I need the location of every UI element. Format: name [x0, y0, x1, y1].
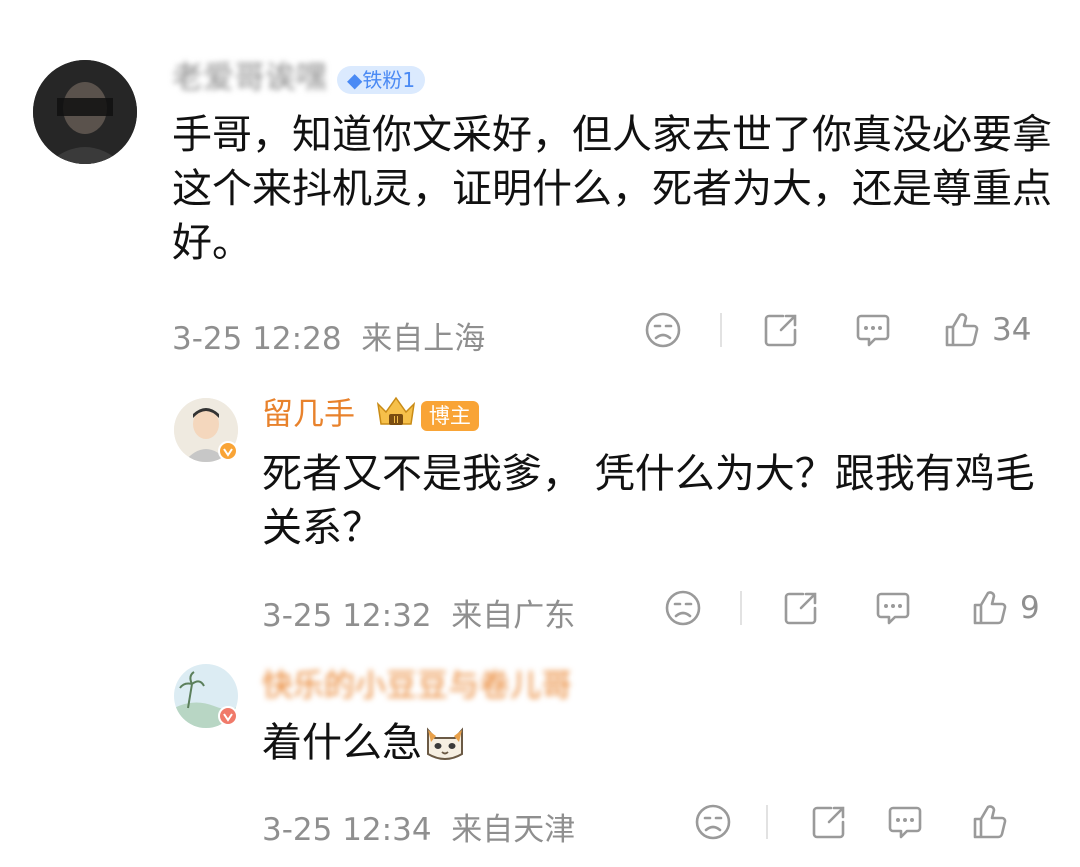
- comment-actions: [690, 802, 1020, 842]
- user-name[interactable]: 快乐的小豆豆与卷儿哥: [262, 666, 572, 706]
- comment-location: 来自上海: [361, 321, 486, 357]
- repost-icon: [812, 806, 845, 839]
- comment-location: 来自广东: [451, 598, 576, 634]
- vip-crown-icon: II: [375, 394, 417, 438]
- like-count: 9: [1020, 590, 1040, 626]
- user-name[interactable]: 留几手 II 博主: [262, 394, 479, 438]
- comment-text: 手哥，知道你文采好，但人家去世了你真没必要拿这个来抖机灵，证明什么，死者为大，还…: [172, 112, 1052, 266]
- verified-icon: [218, 441, 238, 461]
- action-divider: [740, 591, 742, 625]
- repost-icon: [764, 314, 797, 347]
- action-divider: [766, 805, 768, 839]
- emoji-icon: [665, 590, 701, 626]
- comment-time: 3-25 12:34: [262, 812, 432, 848]
- comment-icon: [856, 314, 890, 347]
- comment-meta: 3-25 12:34 来自天津: [262, 804, 575, 849]
- avatar[interactable]: [33, 60, 137, 164]
- like-button[interactable]: 9: [970, 588, 1040, 628]
- comment-time: 3-25 12:28: [172, 321, 342, 357]
- like-icon: [945, 313, 979, 347]
- emoji-icon: [695, 804, 731, 840]
- like-icon: [973, 805, 1007, 839]
- comment-text: 着什么急: [262, 716, 468, 776]
- avatar-photo-icon: [33, 60, 137, 164]
- emoji-reaction-button[interactable]: [640, 310, 686, 350]
- reply-button[interactable]: [882, 802, 928, 842]
- reply-button[interactable]: [850, 310, 896, 350]
- emoji-icon: [645, 312, 681, 348]
- emoji-reaction-button[interactable]: [690, 802, 736, 842]
- comment-meta: 3-25 12:32 来自广东: [262, 590, 575, 635]
- like-button[interactable]: 34: [942, 310, 1031, 350]
- comment-location: 来自天津: [451, 812, 576, 848]
- fan-badge[interactable]: ◆铁粉1: [337, 65, 426, 94]
- like-button[interactable]: [970, 802, 1020, 842]
- user-name[interactable]: 老爱哥诶嘿 ◆铁粉1: [172, 58, 426, 98]
- comment-meta: 3-25 12:28 来自上海: [172, 313, 485, 358]
- vip-level-label: II: [393, 415, 399, 426]
- reply-button[interactable]: [870, 588, 916, 628]
- action-divider: [720, 313, 722, 347]
- comment-actions: 34: [640, 310, 1031, 350]
- comment-icon: [888, 806, 922, 839]
- comment-icon: [876, 592, 910, 625]
- repost-button[interactable]: [806, 802, 852, 842]
- repost-icon: [784, 592, 817, 625]
- verified-icon: [218, 706, 238, 726]
- like-count: 34: [992, 312, 1032, 348]
- like-icon: [973, 591, 1007, 625]
- repost-button[interactable]: [778, 588, 824, 628]
- comment-text-body: 着什么急: [262, 720, 422, 766]
- repost-button[interactable]: [758, 310, 804, 350]
- comment-text: 死者又不是我爹， 凭什么为大？跟我有鸡毛关系？: [262, 451, 1035, 551]
- user-name-text: 快乐的小豆豆与卷儿哥: [262, 668, 572, 704]
- user-name-text: 留几手: [262, 396, 355, 433]
- cat-emoji-icon: [422, 722, 468, 776]
- host-badge[interactable]: 博主: [420, 401, 479, 431]
- emoji-reaction-button[interactable]: [660, 588, 706, 628]
- comment-actions: 9: [660, 588, 1040, 628]
- comment-time: 3-25 12:32: [262, 598, 432, 634]
- user-name-text: 老爱哥诶嘿: [172, 60, 327, 96]
